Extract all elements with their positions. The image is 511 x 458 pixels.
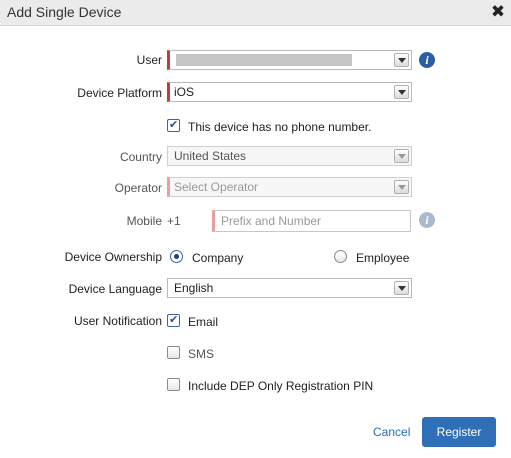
operator-placeholder: Select Operator bbox=[174, 180, 259, 194]
chevron-down-icon[interactable] bbox=[394, 180, 409, 194]
dep-pin-checkbox[interactable] bbox=[167, 378, 180, 391]
chevron-down-icon[interactable] bbox=[394, 85, 409, 99]
mobile-field[interactable] bbox=[212, 210, 411, 232]
user-select[interactable] bbox=[167, 50, 412, 70]
no-phone-checkbox[interactable] bbox=[167, 118, 180, 132]
device-language-select[interactable]: English bbox=[167, 278, 412, 298]
notify-email-checkbox[interactable] bbox=[167, 313, 180, 327]
country-value: United States bbox=[174, 149, 247, 163]
no-phone-label: This device has no phone number. bbox=[188, 120, 372, 134]
device-ownership-label: Device Ownership bbox=[64, 250, 162, 264]
ownership-company-radio[interactable] bbox=[170, 250, 183, 263]
user-notification-label: User Notification bbox=[73, 314, 162, 328]
notify-email-label: Email bbox=[188, 315, 219, 329]
dialog-title: Add Single Device bbox=[7, 4, 122, 20]
device-language-label: Device Language bbox=[68, 282, 162, 296]
register-button[interactable]: Register bbox=[422, 417, 496, 447]
ownership-company-label: Company bbox=[192, 251, 244, 265]
redacted-user-value bbox=[176, 54, 352, 66]
chevron-down-icon[interactable] bbox=[394, 53, 409, 67]
device-platform-label: Device Platform bbox=[77, 86, 162, 100]
notify-sms-checkbox[interactable] bbox=[167, 346, 180, 359]
operator-select[interactable]: Select Operator bbox=[167, 177, 412, 197]
device-platform-select[interactable]: iOS bbox=[167, 82, 412, 102]
mobile-label: Mobile bbox=[126, 214, 162, 228]
notify-sms-label: SMS bbox=[188, 347, 215, 361]
country-label: Country bbox=[119, 150, 162, 164]
ownership-employee-radio[interactable] bbox=[334, 250, 347, 263]
mobile-input[interactable] bbox=[221, 214, 401, 228]
device-platform-value: iOS bbox=[174, 85, 195, 99]
ownership-employee-label: Employee bbox=[356, 251, 410, 265]
close-icon[interactable]: ✖ bbox=[489, 2, 507, 22]
chevron-down-icon[interactable] bbox=[394, 281, 409, 295]
mobile-country-code: +1 bbox=[167, 214, 181, 228]
dep-pin-label: Include DEP Only Registration PIN bbox=[188, 379, 374, 393]
user-label: User bbox=[136, 53, 162, 67]
dialog-titlebar: Add Single Device ✖ bbox=[0, 0, 511, 26]
info-icon[interactable]: i bbox=[419, 212, 435, 228]
cancel-button[interactable]: Cancel bbox=[373, 425, 410, 439]
country-select[interactable]: United States bbox=[167, 146, 412, 166]
device-language-value: English bbox=[174, 281, 214, 295]
operator-label: Operator bbox=[114, 181, 162, 195]
chevron-down-icon[interactable] bbox=[394, 149, 409, 163]
info-icon[interactable]: i bbox=[419, 52, 435, 68]
